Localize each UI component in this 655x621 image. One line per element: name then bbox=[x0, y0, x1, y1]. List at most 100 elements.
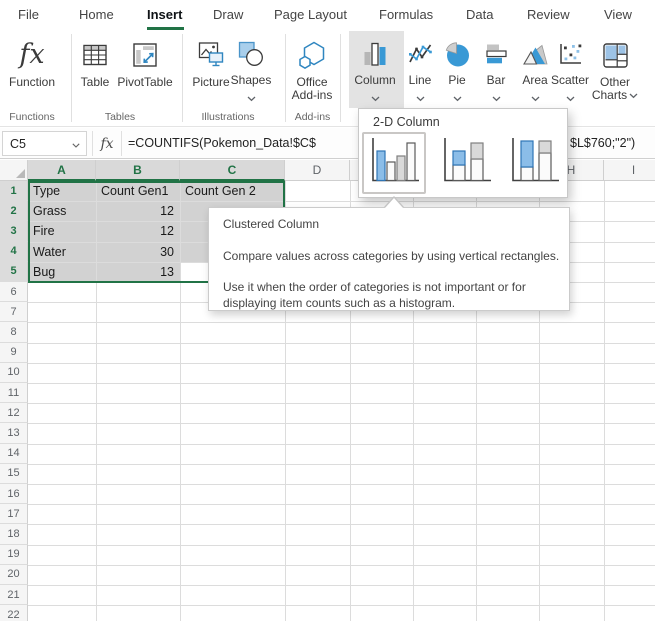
gridline bbox=[28, 585, 655, 586]
select-all-corner[interactable] bbox=[0, 160, 28, 181]
gridline bbox=[28, 322, 655, 323]
row-header-1[interactable]: 1 bbox=[0, 181, 28, 201]
column-header-C[interactable]: C bbox=[180, 160, 285, 181]
row-header-16[interactable]: 16 bbox=[0, 484, 28, 504]
pie-chart-label: Pie bbox=[448, 74, 465, 87]
column-header-B[interactable]: B bbox=[96, 160, 180, 181]
row-header-15[interactable]: 15 bbox=[0, 464, 28, 484]
gridline bbox=[28, 504, 655, 505]
cell-B1[interactable]: Count Gen1 bbox=[96, 181, 180, 201]
bar-chart-label: Bar bbox=[487, 74, 506, 87]
tab-formulas[interactable]: Formulas bbox=[379, 7, 433, 22]
gridline bbox=[28, 545, 655, 546]
tab-draw[interactable]: Draw bbox=[213, 7, 243, 22]
row-header-12[interactable]: 12 bbox=[0, 403, 28, 423]
option-100-stacked-column[interactable] bbox=[507, 135, 563, 191]
cell-reference: C5 bbox=[10, 137, 72, 151]
option-clustered-column[interactable] bbox=[362, 132, 426, 194]
pivottable-icon bbox=[132, 37, 158, 73]
row-header-6[interactable]: 6 bbox=[0, 282, 28, 302]
picture-icon bbox=[198, 37, 225, 73]
row-header-3[interactable]: 3 bbox=[0, 221, 28, 241]
column-header-I[interactable]: I bbox=[604, 160, 655, 181]
pivottable-button-label: PivotTable bbox=[117, 76, 172, 89]
row-header-10[interactable]: 10 bbox=[0, 363, 28, 383]
formula-input-right-fragment: $L$760;"2") bbox=[570, 128, 635, 159]
formula-input[interactable]: =COUNTIFS(Pokemon_Data!$C$ bbox=[128, 128, 316, 159]
column-chart-label: Column bbox=[354, 74, 395, 87]
option-stacked-column[interactable] bbox=[439, 135, 495, 191]
cell-A2[interactable]: Grass bbox=[28, 201, 96, 221]
chevron-down-icon bbox=[247, 89, 256, 107]
office-addins-icon bbox=[297, 37, 327, 73]
cell-A1[interactable]: Type bbox=[28, 181, 96, 201]
function-button[interactable]: fx Function bbox=[4, 31, 60, 107]
pie-chart-icon bbox=[444, 37, 471, 71]
ribbon-tab-bar: File Home Insert Draw Page Layout Formul… bbox=[0, 0, 655, 30]
office-addins-button[interactable]: Office Add-ins bbox=[284, 31, 340, 107]
scatter-chart-label: Scatter bbox=[551, 74, 589, 87]
group-label-functions: Functions bbox=[4, 111, 60, 123]
clustered-column-thumbnail-icon bbox=[367, 135, 422, 192]
row-header-9[interactable]: 9 bbox=[0, 343, 28, 363]
chevron-down-icon[interactable] bbox=[72, 135, 80, 153]
table-icon bbox=[82, 37, 108, 73]
column-header-D[interactable]: D bbox=[285, 160, 350, 181]
row-header-8[interactable]: 8 bbox=[0, 322, 28, 342]
row-header-2[interactable]: 2 bbox=[0, 201, 28, 221]
table-button-label: Table bbox=[81, 76, 110, 89]
gridline bbox=[180, 181, 181, 621]
row-header-18[interactable]: 18 bbox=[0, 524, 28, 544]
cell-A5[interactable]: Bug bbox=[28, 262, 96, 282]
row-header-21[interactable]: 21 bbox=[0, 585, 28, 605]
stacked-column-thumbnail-icon bbox=[439, 135, 495, 192]
tooltip-description: Compare values across categories by usin… bbox=[223, 249, 559, 263]
column-chart-icon bbox=[362, 37, 388, 71]
chevron-down-icon bbox=[492, 89, 501, 107]
row-header-11[interactable]: 11 bbox=[0, 383, 28, 403]
chevron-down-icon bbox=[416, 89, 425, 107]
tab-insert[interactable]: Insert bbox=[147, 7, 182, 22]
tab-view[interactable]: View bbox=[604, 7, 632, 22]
row-header-19[interactable]: 19 bbox=[0, 545, 28, 565]
tab-page-layout[interactable]: Page Layout bbox=[274, 7, 347, 22]
tab-home[interactable]: Home bbox=[79, 7, 114, 22]
gridline bbox=[604, 181, 605, 621]
dropdown-section-title: 2-D Column bbox=[373, 115, 440, 129]
other-charts-label-line2: Charts bbox=[592, 89, 638, 102]
tooltip-usage-note: Use it when the order of categories is n… bbox=[223, 279, 555, 311]
chevron-down-icon bbox=[453, 89, 462, 107]
cell-B3[interactable]: 12 bbox=[96, 221, 180, 241]
excel-window: File Home Insert Draw Page Layout Formul… bbox=[0, 0, 655, 621]
cell-A4[interactable]: Water bbox=[28, 242, 96, 262]
cell-B4[interactable]: 30 bbox=[96, 242, 180, 262]
insert-function-button[interactable]: fx bbox=[92, 131, 122, 156]
cell-A3[interactable]: Fire bbox=[28, 221, 96, 241]
cell-C1[interactable]: Count Gen 2 bbox=[180, 181, 285, 201]
row-header-17[interactable]: 17 bbox=[0, 504, 28, 524]
cell-B5[interactable]: 13 bbox=[96, 262, 180, 282]
gridline bbox=[28, 363, 655, 364]
row-header-13[interactable]: 13 bbox=[0, 423, 28, 443]
pivottable-button[interactable]: PivotTable bbox=[113, 31, 177, 107]
group-separator bbox=[340, 34, 341, 122]
row-header-7[interactable]: 7 bbox=[0, 302, 28, 322]
group-label-addins: Add-ins bbox=[285, 111, 340, 123]
other-charts-button[interactable]: Other Charts bbox=[587, 31, 643, 107]
row-header-4[interactable]: 4 bbox=[0, 242, 28, 262]
cell-B2[interactable]: 12 bbox=[96, 201, 180, 221]
row-header-14[interactable]: 14 bbox=[0, 444, 28, 464]
other-charts-icon bbox=[602, 37, 629, 73]
column-header-A[interactable]: A bbox=[28, 160, 96, 181]
tab-review[interactable]: Review bbox=[527, 7, 570, 22]
row-header-22[interactable]: 22 bbox=[0, 605, 28, 621]
row-header-5[interactable]: 5 bbox=[0, 262, 28, 282]
tab-data[interactable]: Data bbox=[466, 7, 493, 22]
shapes-button[interactable]: Shapes bbox=[223, 31, 279, 107]
tab-file[interactable]: File bbox=[18, 7, 39, 22]
shapes-button-label: Shapes bbox=[231, 74, 272, 87]
row-header-20[interactable]: 20 bbox=[0, 565, 28, 585]
name-box[interactable]: C5 bbox=[2, 131, 87, 156]
gridline bbox=[28, 605, 655, 606]
gridline bbox=[28, 565, 655, 566]
